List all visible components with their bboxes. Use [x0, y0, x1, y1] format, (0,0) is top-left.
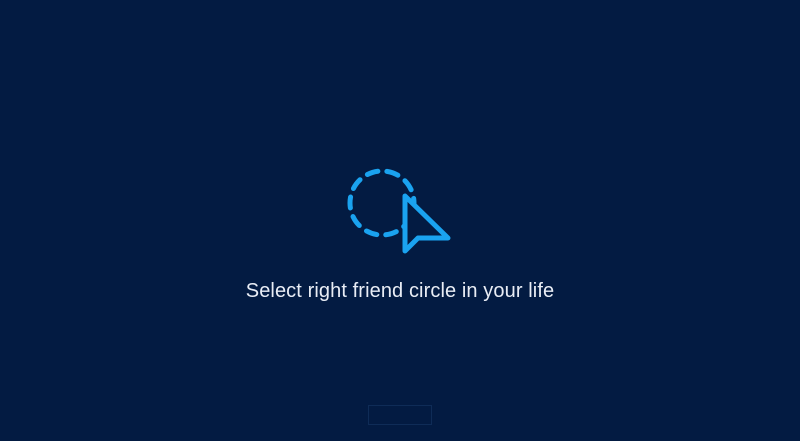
select-circle-icon-group [340, 150, 460, 260]
cursor-arrow-icon [402, 193, 451, 254]
tagline-text: Select right friend circle in your life [245, 280, 555, 302]
watermark-logo [368, 405, 432, 425]
splash-screen: Select right friend circle in your life [0, 0, 800, 441]
dashed-circle-cursor-icon [347, 168, 451, 254]
